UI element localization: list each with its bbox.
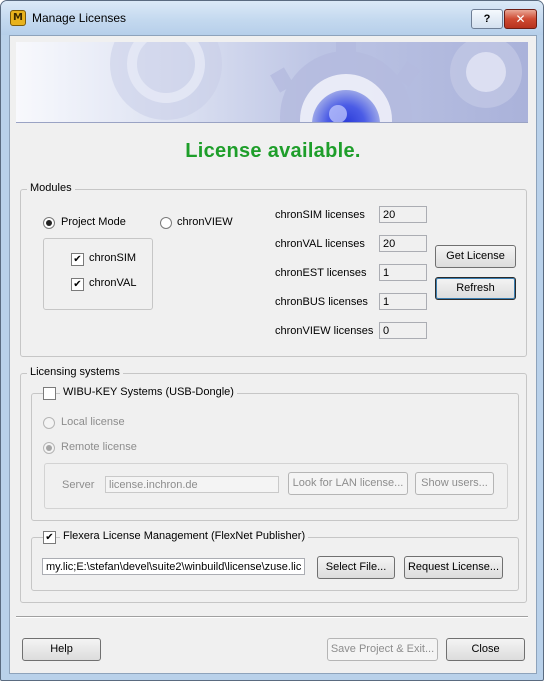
select-file-button[interactable]: Select File... bbox=[317, 556, 395, 579]
request-license-button[interactable]: Request License... bbox=[404, 556, 503, 579]
look-for-lan-license-button[interactable]: Look for LAN license... bbox=[288, 472, 408, 495]
project-mode-radio[interactable] bbox=[43, 217, 55, 229]
project-mode-label[interactable]: Project Mode bbox=[61, 216, 126, 228]
license-status-text: License available. bbox=[185, 140, 361, 162]
remote-license-label[interactable]: Remote license bbox=[61, 441, 137, 453]
dialog-client-area: License available. Modules Project Mode … bbox=[9, 35, 537, 674]
chronest-licenses-value: 1 bbox=[379, 264, 427, 281]
titlebar-help-button[interactable]: ? bbox=[471, 9, 503, 29]
flexera-checkbox[interactable]: ✔ bbox=[43, 531, 56, 544]
license-path-input[interactable]: my.lic;E:\stefan\devel\suite2\winbuild\l… bbox=[42, 558, 305, 575]
close-button[interactable]: Close bbox=[446, 638, 525, 661]
flexera-group: ✔ Flexera License Management (FlexNet Pu… bbox=[31, 530, 519, 591]
wibu-label[interactable]: WIBU-KEY Systems (USB-Dongle) bbox=[60, 386, 237, 398]
server-box: Server license.inchron.de Look for LAN l… bbox=[44, 463, 508, 509]
chronest-licenses-label: chronEST licenses bbox=[275, 267, 367, 279]
title-bar[interactable]: M Manage Licenses ? ✕ bbox=[1, 1, 543, 35]
modules-group-title: Modules bbox=[27, 182, 75, 194]
wibu-group: WIBU-KEY Systems (USB-Dongle) Local lice… bbox=[31, 386, 519, 521]
flexera-label[interactable]: Flexera License Management (FlexNet Publ… bbox=[60, 530, 309, 542]
chronbus-licenses-value: 1 bbox=[379, 293, 427, 310]
banner-image bbox=[16, 42, 528, 123]
footer-separator bbox=[16, 616, 528, 618]
chronsim-label[interactable]: chronSIM bbox=[89, 252, 136, 264]
chronsim-licenses-label: chronSIM licenses bbox=[275, 209, 365, 221]
refresh-button[interactable]: Refresh bbox=[435, 277, 516, 300]
local-license-radio[interactable] bbox=[43, 417, 55, 429]
help-button[interactable]: Help bbox=[22, 638, 101, 661]
modules-group: Modules Project Mode chronVIEW ✔ chronSI… bbox=[20, 182, 527, 357]
titlebar-close-button[interactable]: ✕ bbox=[504, 9, 537, 29]
server-label: Server bbox=[62, 479, 95, 491]
chronview-mode-radio[interactable] bbox=[160, 217, 172, 229]
save-project-exit-button[interactable]: Save Project & Exit... bbox=[327, 638, 438, 661]
gear-artwork-icon bbox=[110, 42, 522, 122]
chronbus-licenses-label: chronBUS licenses bbox=[275, 296, 368, 308]
chronview-licenses-value: 0 bbox=[379, 322, 427, 339]
window-title: Manage Licenses bbox=[32, 11, 127, 25]
get-license-button[interactable]: Get License bbox=[435, 245, 516, 268]
chronval-checkbox[interactable]: ✔ bbox=[71, 278, 84, 291]
chronsim-checkbox[interactable]: ✔ bbox=[71, 253, 84, 266]
chronsim-licenses-value: 20 bbox=[379, 206, 427, 223]
chronval-label[interactable]: chronVAL bbox=[89, 277, 137, 289]
licensing-systems-group: Licensing systems WIBU-KEY Systems (USB-… bbox=[20, 366, 527, 603]
app-icon: M bbox=[10, 10, 26, 26]
manage-licenses-window: M Manage Licenses ? ✕ License available.… bbox=[0, 0, 544, 681]
server-input[interactable]: license.inchron.de bbox=[105, 476, 279, 493]
licensing-systems-title: Licensing systems bbox=[27, 366, 123, 378]
remote-license-radio[interactable] bbox=[43, 442, 55, 454]
show-users-button[interactable]: Show users... bbox=[415, 472, 494, 495]
chronview-mode-label[interactable]: chronVIEW bbox=[177, 216, 233, 228]
chronview-licenses-label: chronVIEW licenses bbox=[275, 325, 374, 337]
chronval-licenses-label: chronVAL licenses bbox=[275, 238, 365, 250]
wibu-checkbox[interactable] bbox=[43, 387, 56, 400]
local-license-label[interactable]: Local license bbox=[61, 416, 125, 428]
project-modules-box: ✔ chronSIM ✔ chronVAL bbox=[43, 238, 153, 310]
chronval-licenses-value: 20 bbox=[379, 235, 427, 252]
